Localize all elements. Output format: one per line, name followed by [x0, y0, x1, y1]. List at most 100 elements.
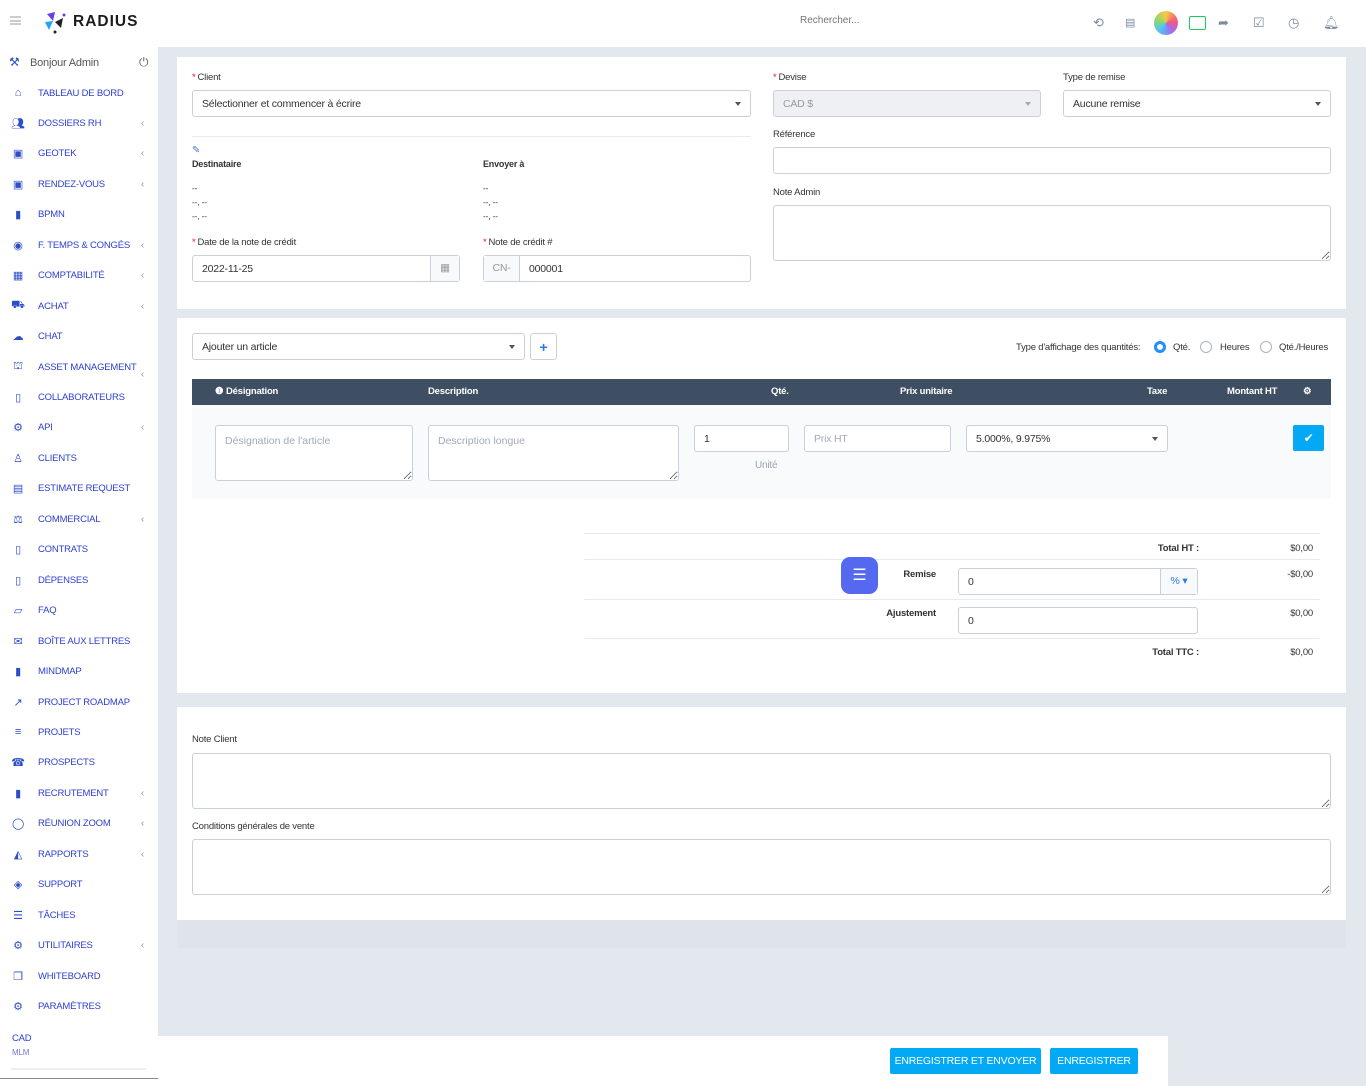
calendar-icon[interactable]: ▦: [430, 256, 459, 281]
remise-input[interactable]: 0 % ▾: [958, 568, 1198, 595]
total-ttc-label: Total TTC :: [1152, 647, 1199, 658]
sidebar-item-support[interactable]: ◈ SUPPORT: [0, 875, 158, 895]
search-input[interactable]: [800, 15, 1000, 26]
reference-input[interactable]: [773, 147, 1331, 174]
date-input[interactable]: 2022-11-25 ▦: [192, 255, 460, 282]
add-item-select[interactable]: Ajouter un article: [192, 333, 525, 360]
note-admin-textarea[interactable]: [773, 205, 1331, 261]
sidebar-item-comptabilite[interactable]: ▦ COMPTABILITÉ ‹: [0, 266, 158, 286]
remise-value: 0: [968, 575, 974, 588]
chevron-left-icon[interactable]: ‹: [141, 422, 144, 433]
chevron-left-icon[interactable]: ‹: [141, 940, 144, 951]
sidebar-item-dossiers-rh[interactable]: 👥︎ DOSSIERS RH ‹: [0, 113, 158, 133]
chevron-left-icon[interactable]: ‹: [141, 369, 144, 380]
save-and-send-button[interactable]: ENREGISTRER ET ENVOYER: [890, 1048, 1041, 1074]
sidebar-item-prospects[interactable]: ☎ PROSPECTS: [0, 753, 158, 773]
history-icon[interactable]: ⟲: [1093, 15, 1104, 31]
destinataire-label: Destinataire: [192, 159, 242, 169]
cgv-label: Conditions générales de vente: [192, 821, 315, 832]
top-bar: RADIUS ⟲ ▤ ➦ ☑ ◷ 🔔︎: [0, 0, 1366, 47]
chevron-left-icon[interactable]: ‹: [141, 179, 144, 190]
radio-heures[interactable]: [1200, 341, 1212, 353]
sidebar-item-achat[interactable]: ⛟ ACHAT ‹: [0, 296, 158, 316]
sidebar-item-parame-tres[interactable]: ⚙ PARAMÈTRES: [0, 997, 158, 1017]
sidebar-item-clients[interactable]: ♙ CLIENTS: [0, 448, 158, 468]
power-icon[interactable]: ⏻: [139, 55, 149, 70]
sidebar-item-contrats[interactable]: ▯ CONTRATS: [0, 540, 158, 560]
sidebar-item-chat[interactable]: ☁ CHAT: [0, 327, 158, 347]
sidebar-item-asset-management[interactable]: ⛫ ASSET MANAGEMENT ‹: [0, 357, 158, 380]
description-textarea[interactable]: [428, 425, 679, 481]
remise-type-select[interactable]: Aucune remise: [1063, 90, 1331, 117]
tax-select[interactable]: 5.000%, 9.975%: [966, 425, 1168, 452]
sidebar-item-boi-te-aux-lettres[interactable]: ✉ BOÎTE AUX LETTRES: [0, 631, 158, 651]
price-input[interactable]: Prix HT: [804, 425, 951, 452]
menu-toggle-icon[interactable]: [10, 16, 21, 25]
sidebar-item-bpmn[interactable]: ▮ BPMN: [0, 205, 158, 225]
sidebar-item-mindmap[interactable]: ▮ MINDMAP: [0, 662, 158, 682]
sidebar-item-project-roadmap[interactable]: ↗ PROJECT ROADMAP: [0, 692, 158, 712]
sidebar-item-collaborateurs[interactable]: ▯ COLLABORATEURS: [0, 388, 158, 408]
sidebar-item-whiteboard[interactable]: ❐ WHITEBOARD: [0, 966, 158, 986]
bell-icon[interactable]: 🔔︎: [1323, 15, 1340, 31]
ajustement-label: Ajustement: [886, 608, 936, 619]
chat-user-icon[interactable]: [1189, 16, 1206, 30]
globe-avatar-icon[interactable]: [1154, 11, 1178, 35]
add-item-button[interactable]: +: [530, 333, 557, 360]
designation-textarea[interactable]: [215, 425, 413, 481]
qty-input[interactable]: 1: [694, 425, 789, 452]
devise-select[interactable]: CAD $: [773, 90, 1041, 117]
save-button[interactable]: ENREGISTRER: [1050, 1048, 1138, 1074]
share-icon[interactable]: ➦: [1218, 15, 1229, 31]
chevron-left-icon[interactable]: ‹: [141, 270, 144, 281]
clock-icon[interactable]: ◷: [1288, 15, 1299, 31]
remise-label: Remise: [903, 569, 936, 580]
unit-input[interactable]: Unité: [755, 460, 778, 471]
chevron-left-icon[interactable]: ‹: [141, 818, 144, 829]
client-select[interactable]: Sélectionner et commencer à écrire: [192, 90, 751, 117]
number-value: 000001: [529, 262, 563, 275]
sidebar-item-api[interactable]: ⚙ API ‹: [0, 418, 158, 438]
sidebar-item-tableau-de-bord[interactable]: ⌂ TABLEAU DE BORD: [0, 83, 158, 103]
currency-label: CAD: [12, 1033, 32, 1044]
sidebar-item-faq[interactable]: ▱ FAQ: [0, 601, 158, 621]
chevron-left-icon[interactable]: ‹: [141, 514, 144, 525]
sidebar-item-label: CHAT: [38, 331, 63, 343]
sidebar-item-utilitaires[interactable]: ⚙ UTILITAIRES ‹: [0, 936, 158, 956]
chevron-left-icon[interactable]: ‹: [141, 849, 144, 860]
action-bar: ENREGISTRER ET ENVOYER ENREGISTRER: [158, 1036, 1168, 1086]
remise-unit-dropdown[interactable]: % ▾: [1160, 569, 1197, 594]
sidebar-item-estimate-request[interactable]: ▤ ESTIMATE REQUEST: [0, 479, 158, 499]
ajustement-input[interactable]: 0: [958, 607, 1198, 634]
sidebar-item-geotek[interactable]: ▣ GEOTEK ‹: [0, 144, 158, 164]
settings-icon[interactable]: ⚙: [1303, 379, 1312, 405]
edit-icon[interactable]: ✎: [192, 145, 200, 156]
chat-widget-icon[interactable]: ☰: [841, 557, 878, 594]
chevron-left-icon[interactable]: ‹: [141, 240, 144, 251]
radio-qty-heures[interactable]: [1260, 341, 1272, 353]
col-prix: Prix unitaire: [900, 386, 953, 397]
sidebar-item-re-union-zoom[interactable]: ◯ RÉUNION ZOOM ‹: [0, 814, 158, 834]
sidebar-item-recrutement[interactable]: ▮ RECRUTEMENT ‹: [0, 783, 158, 803]
checkbox-icon[interactable]: ☑: [1253, 15, 1265, 31]
chevron-left-icon[interactable]: ‹: [141, 148, 144, 159]
confirm-item-button[interactable]: ✔: [1293, 425, 1324, 451]
sidebar-item-rendez-vous[interactable]: ▣ RENDEZ-VOUS ‹: [0, 174, 158, 194]
chevron-down-icon: [509, 344, 515, 349]
chevron-left-icon[interactable]: ‹: [141, 788, 144, 799]
sidebar-item-projets[interactable]: ≡ PROJETS: [0, 722, 158, 742]
chevron-left-icon[interactable]: ‹: [141, 118, 144, 129]
address-line: --, --: [192, 197, 207, 207]
divider: [192, 136, 751, 137]
note-client-textarea[interactable]: [192, 753, 1331, 809]
sidebar-item-rapports[interactable]: ◭ RAPPORTS ‹: [0, 844, 158, 864]
credit-note-number-input[interactable]: CN- 000001: [483, 255, 751, 282]
id-card-icon[interactable]: ▤: [1125, 16, 1135, 29]
sidebar-item-commercial[interactable]: ⚖ COMMERCIAL ‹: [0, 509, 158, 529]
sidebar-item-f-temps-conge-s[interactable]: ◉ F. TEMPS & CONGÉS ‹: [0, 235, 158, 255]
sidebar-item-ta-ches[interactable]: ☰ TÂCHES: [0, 905, 158, 925]
sidebar-item-de-penses[interactable]: ▯ DÉPENSES: [0, 570, 158, 590]
cgv-textarea[interactable]: [192, 839, 1331, 895]
radio-qty[interactable]: [1154, 341, 1166, 353]
chevron-left-icon[interactable]: ‹: [141, 301, 144, 312]
